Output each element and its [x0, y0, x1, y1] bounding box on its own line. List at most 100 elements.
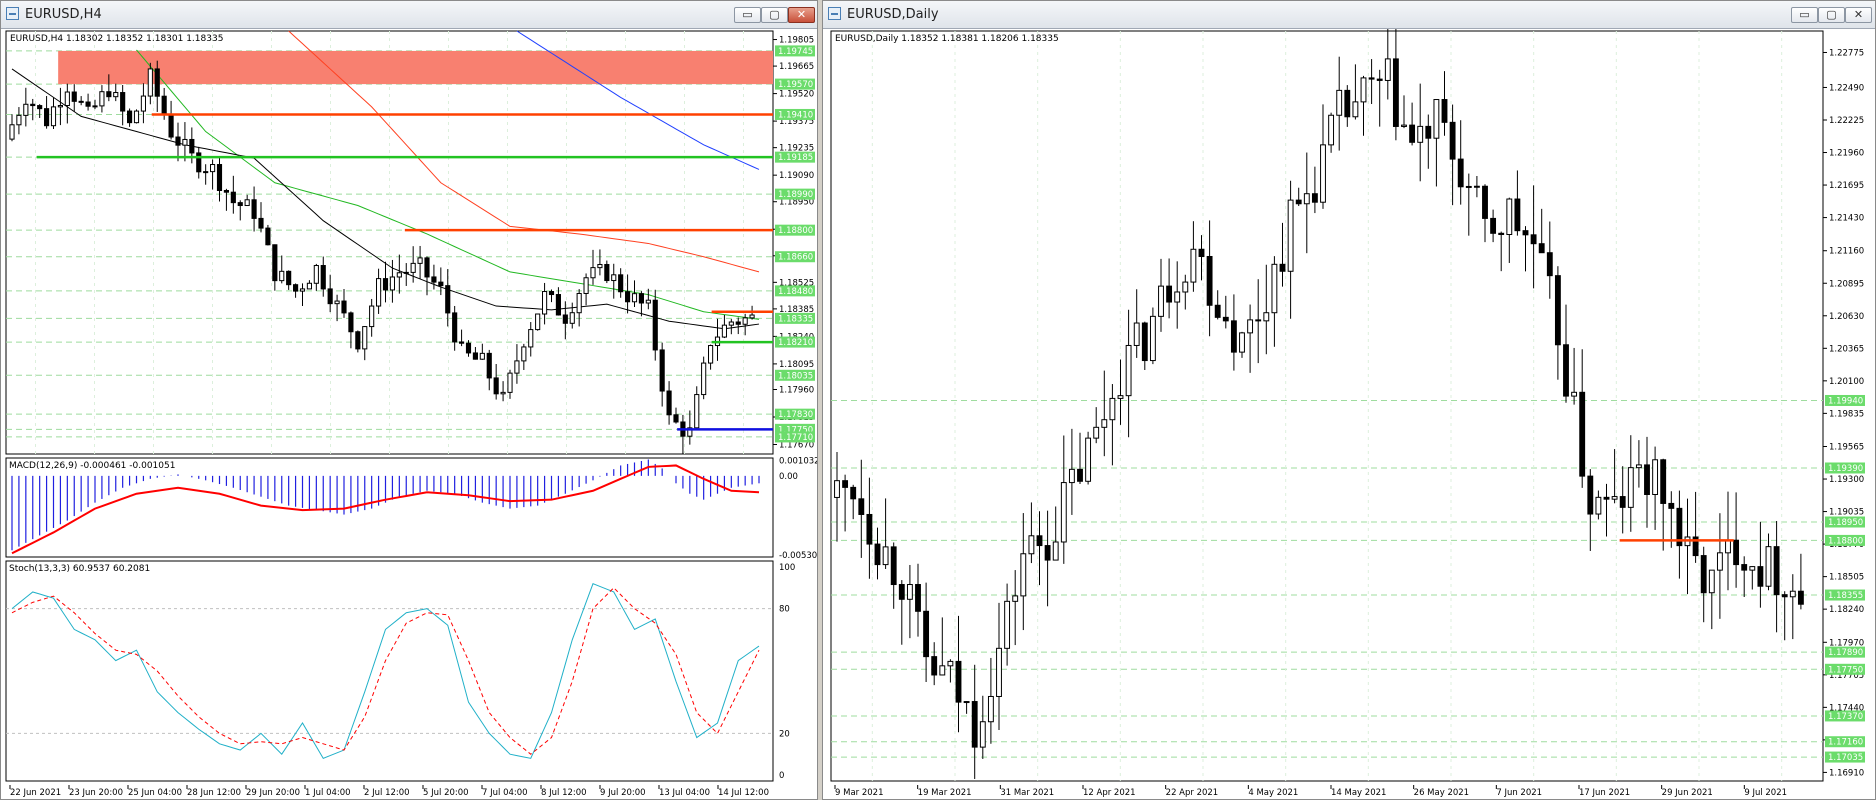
stoch-axis-tick: 20 — [779, 729, 790, 739]
candle-body — [113, 92, 119, 98]
candle-body — [272, 244, 278, 282]
candle-body — [389, 276, 395, 291]
candle-body — [528, 329, 534, 348]
candle-body — [631, 293, 638, 303]
candle-body — [1247, 319, 1254, 334]
candle-body — [834, 480, 840, 498]
price-label-text: 1.19410 — [778, 110, 813, 120]
candle-body — [850, 486, 857, 500]
candle-body — [1222, 316, 1229, 322]
candle-body — [1198, 248, 1205, 257]
candle-body — [50, 106, 57, 127]
candle-body — [1757, 566, 1764, 587]
candle-body — [355, 331, 361, 350]
stoch-axis-tick: 0 — [779, 771, 784, 781]
candle-body — [1563, 344, 1569, 397]
candle-body — [1644, 464, 1650, 495]
stoch-pane-frame — [5, 560, 774, 782]
daily-chart-window[interactable]: EURUSD,Daily ▭ ▢ ✕ EURUSD,Daily 1.18352 … — [822, 0, 1876, 800]
candle-body — [71, 91, 77, 102]
h4-title-bar[interactable]: EURUSD,H4 ▭ ▢ ✕ — [1, 1, 817, 29]
close-button[interactable]: ✕ — [1845, 7, 1872, 23]
macd-pane-frame — [5, 457, 774, 558]
candle-body — [327, 288, 333, 305]
candle-body — [299, 288, 306, 292]
close-button[interactable]: ✕ — [788, 7, 815, 23]
candle-body — [638, 293, 644, 304]
candle-body — [611, 274, 617, 282]
candle-body — [493, 377, 499, 395]
candle-body — [382, 278, 389, 291]
candle-body — [842, 480, 849, 488]
candle-body — [376, 278, 382, 307]
candle-body — [1263, 312, 1270, 322]
candle-body — [652, 299, 658, 351]
candle-body — [1587, 475, 1594, 515]
candle-body — [514, 360, 520, 374]
candle-body — [362, 326, 368, 350]
candle-body — [1514, 198, 1521, 232]
candle-body — [120, 92, 126, 112]
candle-body — [1117, 395, 1124, 399]
price-axis-tick: 1.21160 — [1829, 247, 1864, 257]
candle-body — [154, 68, 160, 97]
h4-window-title: EURUSD,H4 — [25, 7, 102, 22]
price-axis-tick: 1.20365 — [1829, 344, 1864, 354]
candle-body — [1579, 391, 1586, 477]
candle-body — [196, 152, 202, 173]
candle-body — [1368, 77, 1375, 80]
candle-body — [1295, 199, 1302, 205]
time-axis-label: 14 May 2021 — [1331, 788, 1386, 798]
chart-window-icon — [828, 7, 841, 20]
candle-body — [673, 414, 679, 423]
candle-body — [890, 546, 897, 586]
restore-button[interactable]: ▢ — [761, 7, 788, 23]
candle-body — [542, 291, 548, 315]
candle-body — [576, 292, 582, 314]
candle-body — [721, 324, 727, 338]
candle-body — [1660, 459, 1667, 504]
candle-body — [1004, 600, 1011, 649]
price-label-text: 1.18660 — [778, 253, 813, 263]
candle-body — [1716, 552, 1723, 571]
stoch-label: Stoch(13,3,3) 60.9537 60.2081 — [9, 564, 150, 574]
minimize-button[interactable]: ▭ — [1791, 7, 1818, 23]
candle-body — [708, 345, 714, 364]
candle-body — [666, 390, 672, 416]
candle-body — [955, 660, 962, 703]
time-axis-label: 26 May 2021 — [1414, 788, 1469, 798]
candle-body — [30, 103, 36, 107]
restore-button[interactable]: ▢ — [1818, 7, 1845, 23]
candle-body — [915, 584, 921, 612]
candle-body — [1174, 291, 1181, 303]
candle-body — [216, 164, 223, 192]
daily-chart-canvas[interactable]: EURUSD,Daily 1.18352 1.18381 1.18206 1.1… — [823, 29, 1875, 799]
time-axis-label: 28 Jun 12:00 — [187, 788, 241, 798]
daily-title-bar[interactable]: EURUSD,Daily ▭ ▢ ✕ — [823, 1, 1875, 29]
candle-body — [1765, 546, 1772, 587]
candle-body — [882, 546, 889, 566]
candle-body — [1320, 144, 1326, 203]
candle-body — [645, 299, 651, 304]
candle-body — [424, 257, 430, 278]
time-axis-label: 22 Apr 2021 — [1166, 788, 1219, 798]
candle-body — [286, 270, 292, 286]
candle-body — [306, 282, 312, 290]
candle-body — [659, 349, 665, 392]
price-axis-tick: 1.17960 — [779, 386, 814, 396]
candle-body — [348, 312, 354, 333]
time-axis-label: 7 Jul 04:00 — [482, 788, 528, 798]
candle-body — [1789, 590, 1796, 598]
minimize-button[interactable]: ▭ — [734, 7, 761, 23]
candle-body — [569, 312, 575, 324]
candle-body — [1652, 459, 1659, 495]
price-axis-tick: 1.16910 — [1829, 768, 1864, 778]
h4-chart-window[interactable]: EURUSD,H4 ▭ ▢ ✕ EURUSD,H4 1.18302 1.1835… — [0, 0, 818, 800]
time-axis-label: 22 Jun 2021 — [10, 788, 61, 798]
candle-body — [1401, 124, 1407, 127]
candle-body — [979, 721, 986, 748]
h4-chart-canvas[interactable]: EURUSD,H4 1.18302 1.18352 1.18301 1.1833… — [1, 29, 817, 799]
time-axis-label: 29 Jun 2021 — [1662, 788, 1713, 798]
price-label-text: 1.19390 — [1828, 464, 1863, 474]
candle-body — [906, 584, 913, 600]
